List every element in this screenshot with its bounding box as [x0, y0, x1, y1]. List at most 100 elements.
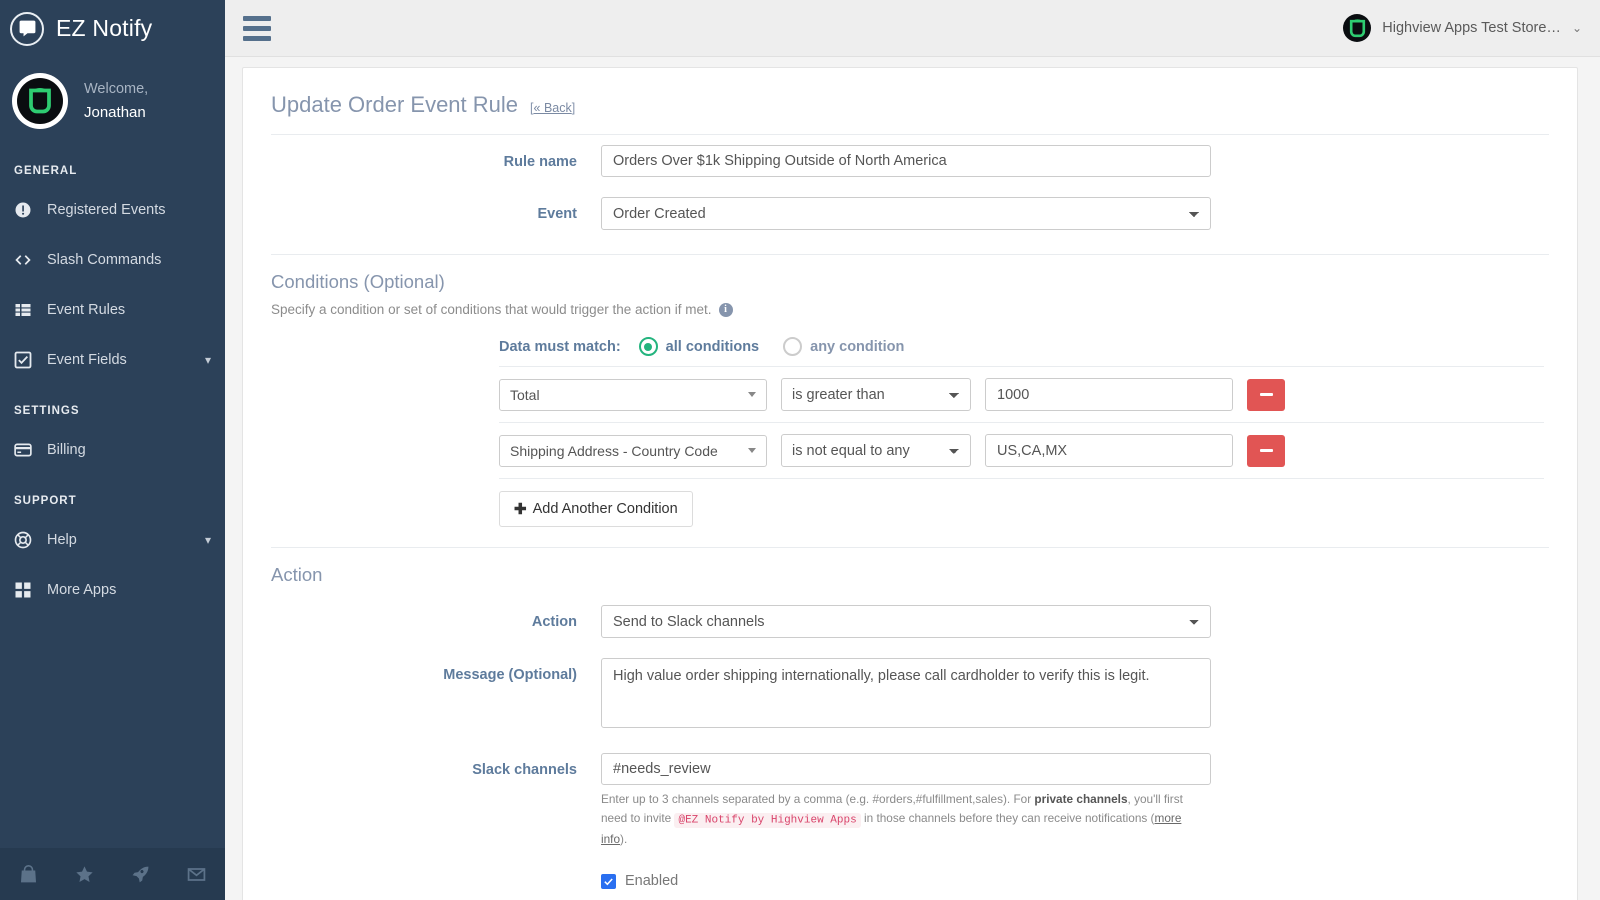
- sidebar-item-label: Help: [47, 532, 77, 548]
- sidebar-item-slash-commands[interactable]: Slash Commands: [0, 235, 225, 285]
- condition-field-value: Total: [510, 387, 540, 403]
- caret-down-icon: [748, 392, 756, 397]
- caret-down-icon: [748, 448, 756, 453]
- condition-value-input-0[interactable]: [985, 378, 1233, 411]
- event-control: Order Created: [601, 197, 1211, 230]
- minus-icon: [1260, 449, 1273, 452]
- app-root: EZ Notify Welcome, Jonathan GENERAL: [0, 0, 1600, 900]
- message-control: High value order shipping internationall…: [601, 658, 1211, 733]
- condition-field-value: Shipping Address - Country Code: [510, 443, 718, 459]
- minus-icon: [1260, 393, 1273, 396]
- action-select-row: Action Send to Slack channels: [271, 595, 1549, 648]
- condition-operator-select-1[interactable]: is not equal to any: [781, 434, 971, 467]
- message-label: Message (Optional): [271, 658, 601, 683]
- event-select[interactable]: Order Created: [601, 197, 1211, 230]
- hamburger-icon[interactable]: [239, 11, 275, 45]
- help-part-3: in those channels before they can receiv…: [861, 811, 1155, 825]
- sidebar: EZ Notify Welcome, Jonathan GENERAL: [0, 0, 225, 900]
- page-header: Update Order Event Rule [« Back]: [271, 86, 1549, 135]
- store-name-label: Highview Apps Test Store…: [1382, 20, 1561, 36]
- radio-icon-unselected: [783, 337, 802, 356]
- star-icon[interactable]: [56, 865, 112, 884]
- action-title: Action: [271, 548, 1549, 595]
- info-icon[interactable]: i: [719, 303, 733, 317]
- action-control: Send to Slack channels: [601, 605, 1211, 638]
- enabled-label: Enabled: [625, 873, 678, 889]
- radio-any-label: any condition: [810, 339, 904, 355]
- credit-card-icon: [14, 441, 38, 459]
- slack-channels-row: Slack channels Enter up to 3 channels se…: [271, 743, 1549, 859]
- condition-field-select-0[interactable]: Total: [499, 379, 767, 411]
- add-another-condition-button[interactable]: ✚ Add Another Condition: [499, 491, 693, 527]
- main-area: Highview Apps Test Store… ⌄ Update Order…: [225, 0, 1600, 900]
- sidebar-item-more-apps[interactable]: More Apps: [0, 565, 225, 615]
- avatar: [12, 73, 68, 129]
- sidebar-item-registered-events[interactable]: Registered Events: [0, 185, 225, 235]
- shopping-bag-icon[interactable]: [0, 865, 56, 884]
- event-label: Event: [271, 197, 601, 222]
- help-code-mention: @EZ Notify by Highview Apps: [674, 813, 860, 828]
- action-select[interactable]: Send to Slack channels: [601, 605, 1211, 638]
- avatar-logo-icon: [17, 78, 63, 124]
- sidebar-item-help[interactable]: Help ▾: [0, 515, 225, 565]
- chat-bubble-icon: [10, 12, 44, 46]
- condition-operator-select-0[interactable]: is greater than: [781, 378, 971, 411]
- conditions-description: Specify a condition or set of conditions…: [271, 302, 712, 317]
- back-link[interactable]: « Back: [534, 101, 572, 115]
- radio-all-label: all conditions: [666, 339, 759, 355]
- add-condition-label: Add Another Condition: [533, 501, 678, 517]
- store-switcher[interactable]: Highview Apps Test Store… ⌄: [1343, 14, 1582, 42]
- grid-icon: [14, 581, 38, 599]
- plus-icon: ✚: [514, 500, 527, 518]
- help-part-4: ).: [620, 832, 627, 846]
- sidebar-item-label: Registered Events: [47, 202, 165, 218]
- condition-value-input-1[interactable]: [985, 434, 1233, 467]
- sidebar-section-settings: SETTINGS: [0, 385, 225, 425]
- conditions-title: Conditions (Optional): [271, 255, 1549, 302]
- sidebar-item-event-fields[interactable]: Event Fields ▾: [0, 335, 225, 385]
- rule-name-input[interactable]: [601, 145, 1211, 177]
- brand[interactable]: EZ Notify: [0, 0, 225, 57]
- welcome-username: Jonathan: [84, 101, 148, 124]
- sidebar-item-event-rules[interactable]: Event Rules: [0, 285, 225, 335]
- remove-condition-button-0[interactable]: [1247, 379, 1285, 411]
- sidebar-item-label: Slash Commands: [47, 252, 161, 268]
- content-wrapper: Update Order Event Rule [« Back] Rule na…: [225, 57, 1600, 900]
- action-label: Action: [271, 605, 601, 630]
- store-avatar-icon: [1343, 14, 1371, 42]
- radio-all-conditions[interactable]: all conditions: [639, 337, 759, 356]
- sidebar-item-label: Event Rules: [47, 302, 125, 318]
- checkmark-icon: [603, 876, 614, 887]
- chevron-down-icon: ⌄: [1572, 21, 1582, 35]
- rocket-icon[interactable]: [113, 865, 169, 884]
- rule-name-row: Rule name: [271, 135, 1549, 187]
- sidebar-item-label: Billing: [47, 442, 86, 458]
- envelope-icon[interactable]: [169, 865, 225, 884]
- event-row: Event Order Created: [271, 187, 1549, 240]
- condition-row: Total is greater than: [499, 366, 1544, 422]
- page-title: Update Order Event Rule: [271, 92, 518, 118]
- welcome-text: Welcome, Jonathan: [84, 78, 148, 124]
- lifebuoy-icon: [14, 531, 38, 549]
- condition-field-select-1[interactable]: Shipping Address - Country Code: [499, 435, 767, 467]
- rule-name-control: [601, 145, 1211, 177]
- rule-name-label: Rule name: [271, 145, 601, 170]
- conditions-description-row: Specify a condition or set of conditions…: [271, 302, 1549, 323]
- radio-any-condition[interactable]: any condition: [783, 337, 904, 356]
- enabled-row: Enabled: [271, 859, 1549, 899]
- radio-icon-selected: [639, 337, 658, 356]
- remove-condition-button-1[interactable]: [1247, 435, 1285, 467]
- condition-row: Shipping Address - Country Code is not e…: [499, 422, 1544, 478]
- sidebar-item-billing[interactable]: Billing: [0, 425, 225, 475]
- message-textarea[interactable]: High value order shipping internationall…: [601, 658, 1211, 728]
- slack-channels-label: Slack channels: [271, 753, 601, 778]
- add-condition-row: ✚ Add Another Condition: [499, 478, 1544, 533]
- slack-channels-input[interactable]: [601, 753, 1211, 785]
- welcome-greeting: Welcome,: [84, 78, 148, 100]
- sidebar-item-label: Event Fields: [47, 352, 127, 368]
- help-bold-private-channels: private channels: [1034, 792, 1127, 806]
- list-icon: [14, 301, 38, 319]
- brand-title: EZ Notify: [56, 15, 152, 42]
- enabled-checkbox[interactable]: [601, 874, 616, 889]
- exclamation-circle-icon: [14, 201, 38, 219]
